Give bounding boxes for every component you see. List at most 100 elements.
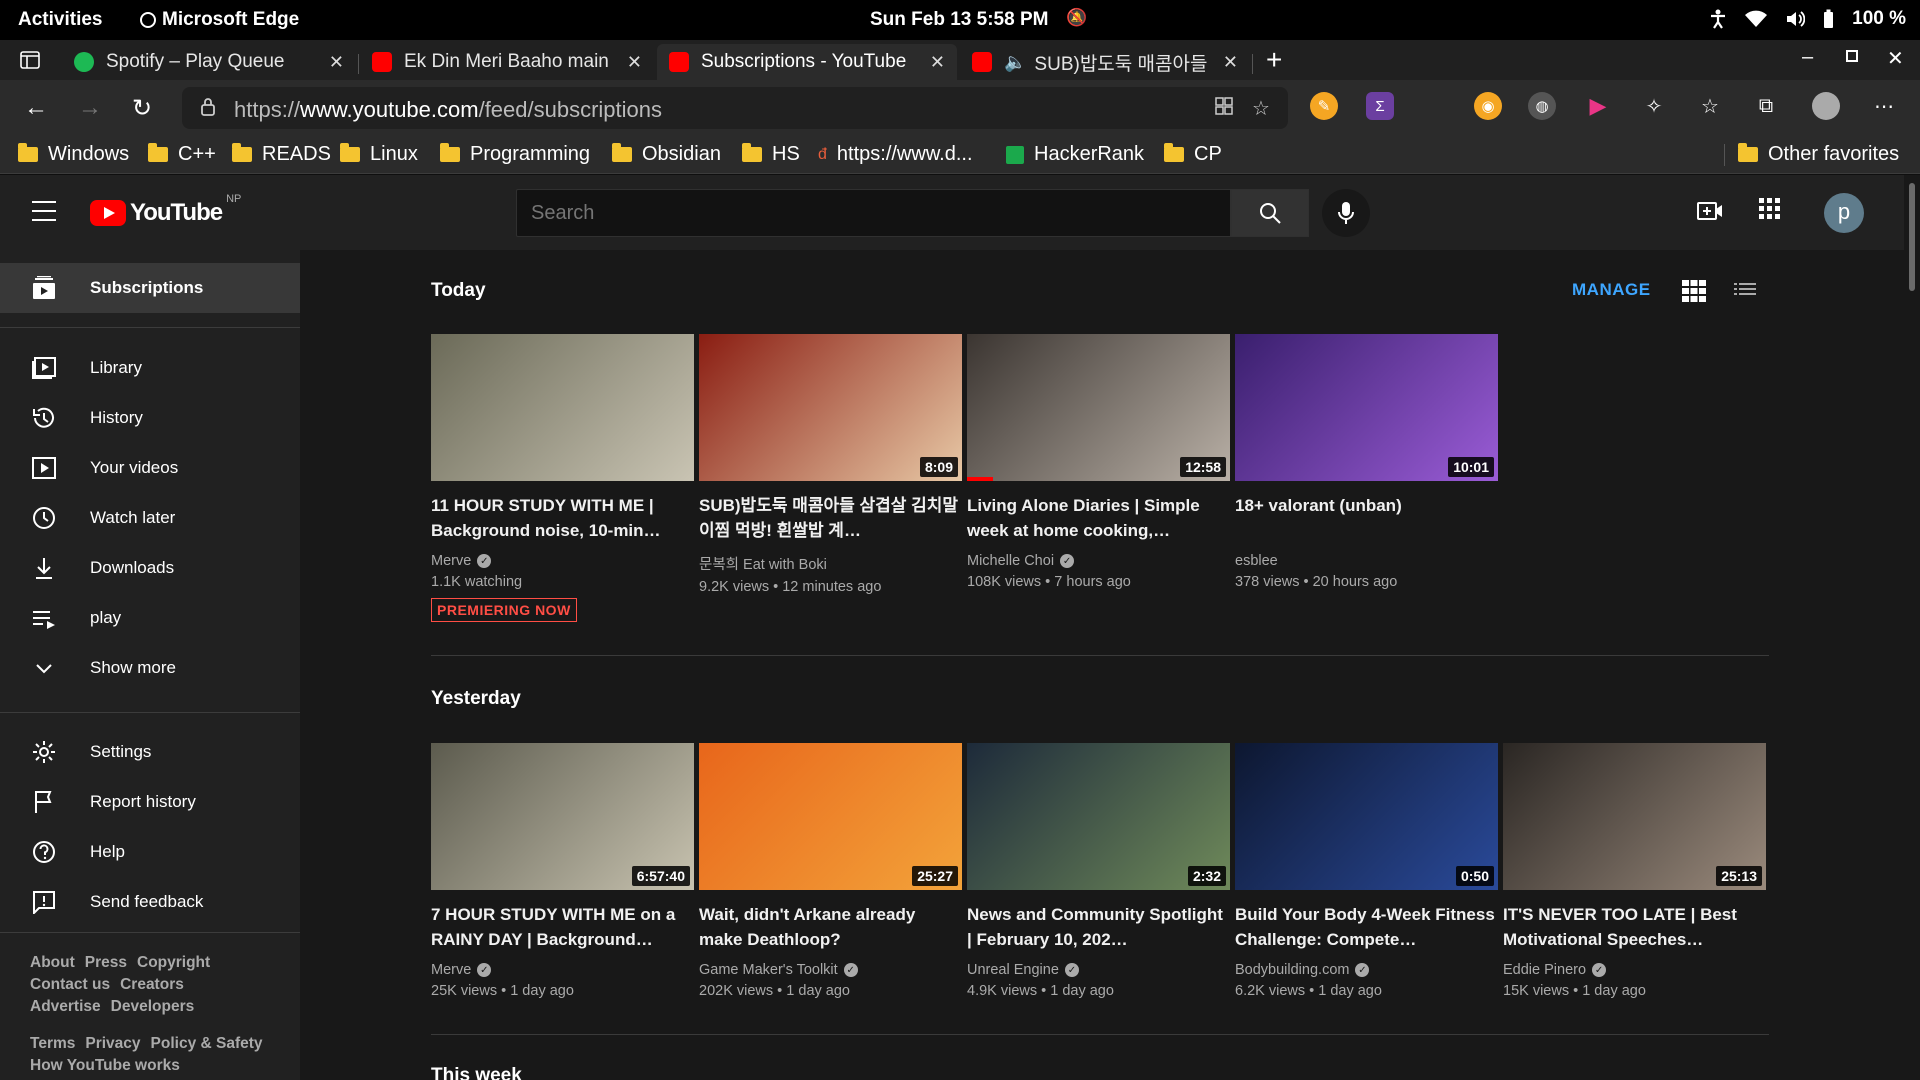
channel-name[interactable]: esblee [1235, 553, 1278, 569]
video-title[interactable]: 7 HOUR STUDY WITH ME on a RAINY DAY | Ba… [431, 902, 694, 952]
video-thumbnail[interactable]: 25:27 [699, 743, 962, 890]
footer-link-how-youtube-works[interactable]: How YouTube works [30, 1057, 180, 1075]
new-tab-button[interactable]: + [1266, 44, 1282, 76]
grid-view-icon[interactable] [1682, 280, 1706, 302]
bookmark-cpp[interactable]: C++ [148, 143, 216, 166]
video-title[interactable]: SUB)밥도둑 매콤아들 삼겹살 김치말이찜 먹방! 흰쌀밥 계… [699, 493, 962, 543]
clock[interactable]: Sun Feb 13 5:58 PM [870, 9, 1048, 31]
add-favorite-icon[interactable]: ☆ [1252, 96, 1270, 121]
sidebar-item-your-videos[interactable]: Your videos [0, 443, 300, 493]
tab-audio-icon[interactable]: 🔈 [1004, 52, 1026, 73]
bookmark-cp[interactable]: CP [1164, 143, 1222, 166]
channel-name[interactable]: 문복희 Eat with Boki [699, 553, 827, 574]
video-title[interactable]: 11 HOUR STUDY WITH ME | Background noise… [431, 493, 694, 543]
search-input[interactable] [516, 189, 1231, 237]
extension-play-icon[interactable]: ▶ [1584, 92, 1612, 120]
sidebar-item-watch-later[interactable]: Watch later [0, 493, 300, 543]
footer-link-privacy[interactable]: Privacy [85, 1035, 140, 1053]
close-tab-icon[interactable]: ✕ [329, 52, 344, 73]
bookmark-linux[interactable]: Linux [340, 143, 418, 166]
video-title[interactable]: Wait, didn't Arkane already make Deathlo… [699, 902, 962, 952]
sidebar-item-send-feedback[interactable]: Send feedback [0, 877, 300, 927]
sidebar-item-history[interactable]: History [0, 393, 300, 443]
footer-link-press[interactable]: Press [85, 954, 127, 972]
video-card[interactable]: 2:32 News and Community Spotlight | Febru… [967, 743, 1230, 999]
apps-grid-icon[interactable] [1758, 197, 1782, 221]
channel-name[interactable]: Game Maker's Toolkit [699, 962, 838, 978]
footer-link-contact[interactable]: Contact us [30, 976, 110, 994]
search-button[interactable] [1231, 189, 1309, 237]
sidebar-item-show-more[interactable]: Show more [0, 643, 300, 693]
bookmark-obsidian[interactable]: Obsidian [612, 143, 721, 166]
sidebar-item-play[interactable]: play [0, 593, 300, 643]
close-window-button[interactable]: ✕ [1887, 46, 1904, 71]
extensions-icon[interactable]: ✧ [1640, 92, 1668, 120]
channel-name[interactable]: Eddie Pinero [1503, 962, 1586, 978]
video-thumbnail[interactable]: 6:57:40 [431, 743, 694, 890]
other-favorites[interactable]: Other favorites [1738, 143, 1899, 166]
sidebar-item-help[interactable]: Help [0, 827, 300, 877]
video-card[interactable]: 8:09 SUB)밥도둑 매콤아들 삼겹살 김치말이찜 먹방! 흰쌀밥 계… 문복희… [699, 334, 962, 595]
page-scrollbar[interactable] [1904, 175, 1920, 1080]
activities-button[interactable]: Activities [18, 9, 102, 31]
refresh-button[interactable]: ↻ [132, 94, 152, 123]
system-tray[interactable]: 100 % [1709, 8, 1906, 30]
minimize-button[interactable]: – [1802, 46, 1813, 69]
close-tab-icon[interactable]: ✕ [930, 52, 945, 73]
app-menu[interactable]: Microsoft Edge [140, 9, 299, 31]
manage-button[interactable]: MANAGE [1572, 280, 1651, 300]
tab-actions-icon[interactable] [20, 51, 40, 69]
video-title[interactable]: Living Alone Diaries | Simple week at ho… [967, 493, 1230, 543]
footer-link-developers[interactable]: Developers [111, 998, 195, 1016]
sidebar-item-report-history[interactable]: Report history [0, 777, 300, 827]
video-card[interactable]: 6:57:40 7 HOUR STUDY WITH ME on a RAINY D… [431, 743, 694, 999]
bookmark-windows[interactable]: Windows [18, 143, 129, 166]
video-card[interactable]: 12:58 Living Alone Diaries | Simple week … [967, 334, 1230, 590]
video-thumbnail[interactable]: 25:13 [1503, 743, 1766, 890]
extension-1-icon[interactable]: ✎ [1310, 92, 1338, 120]
footer-link-terms[interactable]: Terms [30, 1035, 75, 1053]
bookmark-hs[interactable]: HS [742, 143, 800, 166]
footer-link-policy[interactable]: Policy & Safety [151, 1035, 263, 1053]
profile-icon[interactable] [1812, 92, 1840, 120]
scrollbar-thumb[interactable] [1909, 183, 1915, 291]
video-thumbnail[interactable] [431, 334, 694, 481]
create-video-icon[interactable] [1696, 197, 1724, 225]
voice-search-button[interactable] [1322, 189, 1370, 237]
channel-name[interactable]: Merve [431, 553, 471, 569]
extension-3-icon[interactable]: ◍ [1528, 92, 1556, 120]
sidebar-item-subscriptions[interactable]: Subscriptions [0, 263, 300, 313]
video-title[interactable]: 18+ valorant (unban) [1235, 493, 1498, 543]
video-card[interactable]: 11 HOUR STUDY WITH ME | Background noise… [431, 334, 694, 622]
channel-name[interactable]: Merve [431, 962, 471, 978]
extension-sigma-icon[interactable]: Σ [1366, 92, 1394, 120]
sidebar-item-library[interactable]: Library [0, 343, 300, 393]
tab-subscriptions[interactable]: Subscriptions - YouTube ✕ [657, 44, 957, 80]
app-available-icon[interactable] [1214, 96, 1234, 116]
account-avatar[interactable]: p [1824, 193, 1864, 233]
video-title[interactable]: Build Your Body 4-Week Fitness Challenge… [1235, 902, 1498, 952]
video-thumbnail[interactable]: 2:32 [967, 743, 1230, 890]
channel-name[interactable]: Michelle Choi [967, 553, 1054, 569]
more-menu-icon[interactable]: ⋯ [1870, 92, 1898, 120]
youtube-logo[interactable]: YouTube NP [90, 193, 241, 227]
footer-link-creators[interactable]: Creators [120, 976, 184, 994]
collections-icon[interactable]: ⧉ [1752, 92, 1780, 120]
tab-sub-boki[interactable]: 🔈 SUB)밥도둑 매콤아들 ✕ [960, 44, 1250, 80]
video-thumbnail[interactable]: 12:58 [967, 334, 1230, 481]
footer-link-copyright[interactable]: Copyright [137, 954, 210, 972]
menu-icon[interactable] [32, 201, 56, 228]
video-card[interactable]: 10:01 18+ valorant (unban) esblee 378 views… [1235, 334, 1498, 590]
close-tab-icon[interactable]: ✕ [1223, 52, 1238, 73]
close-tab-icon[interactable]: ✕ [627, 52, 642, 73]
extension-2-icon[interactable]: ◉ [1474, 92, 1502, 120]
bookmark-dlink[interactable]: đ https://www.d... [818, 143, 973, 166]
bookmark-hackerrank[interactable]: HackerRank [1006, 143, 1144, 166]
lock-icon[interactable] [200, 97, 216, 117]
tab-ek-din[interactable]: Ek Din Meri Baaho main ✕ [360, 44, 654, 80]
video-title[interactable]: IT'S NEVER TOO LATE | Best Motivational … [1503, 902, 1766, 952]
back-button[interactable]: ← [24, 94, 48, 122]
bookmark-reads[interactable]: READS [232, 143, 331, 166]
list-view-icon[interactable] [1734, 282, 1756, 300]
footer-link-about[interactable]: About [30, 954, 75, 972]
